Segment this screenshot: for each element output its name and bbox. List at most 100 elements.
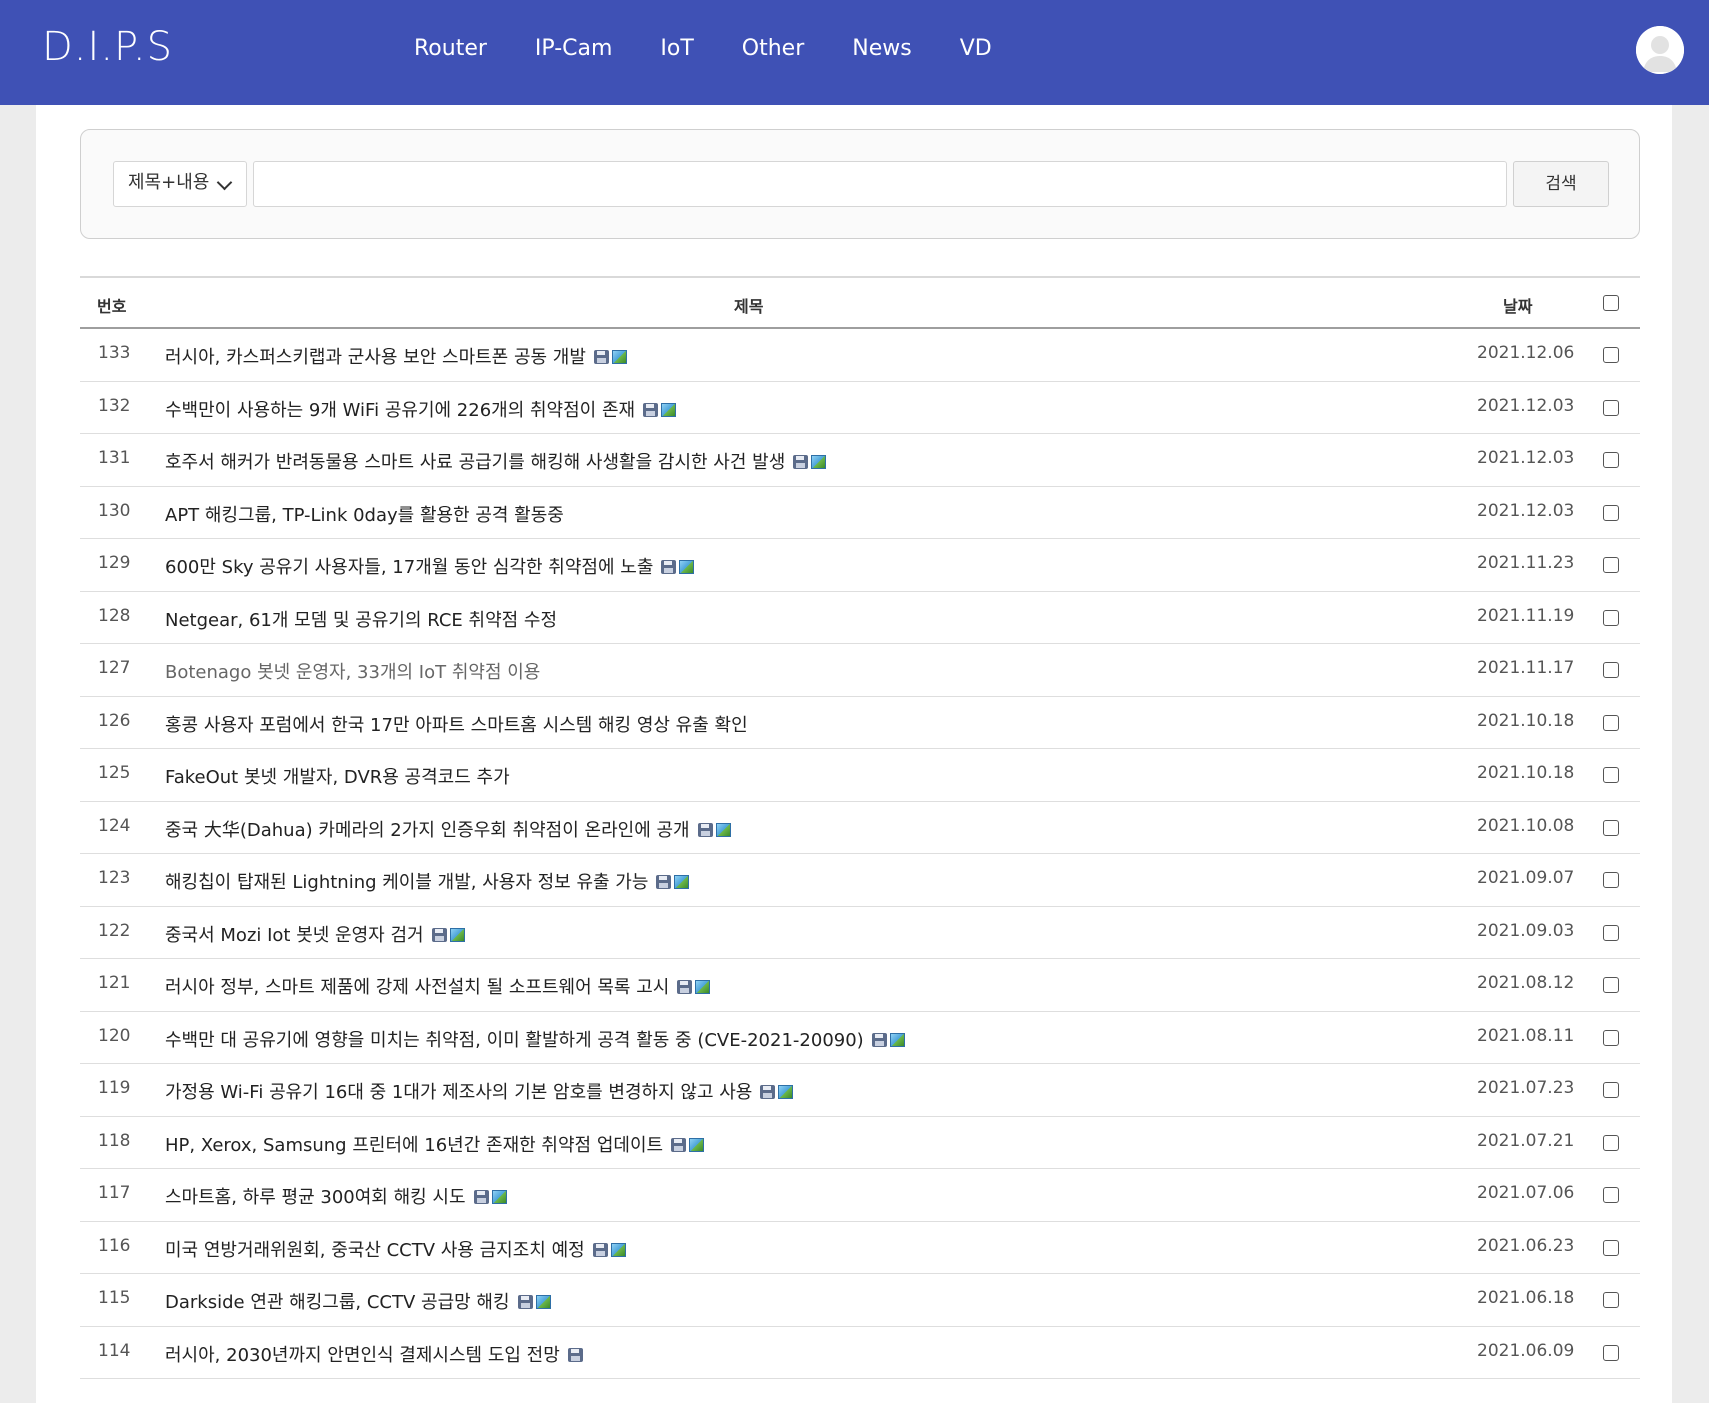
row-checkbox[interactable] <box>1603 609 1619 626</box>
row-checkbox[interactable] <box>1603 1082 1619 1098</box>
row-checkbox[interactable] <box>1603 1187 1619 1203</box>
image-icon <box>695 980 711 994</box>
site-logo[interactable]: D.I.P.S <box>42 24 173 70</box>
table-row[interactable]: 116 미국 연방거래위원회, 중국산 CCTV 사용 금지조치 예정 2021.0… <box>80 1222 1640 1274</box>
row-checkbox[interactable] <box>1603 924 1619 941</box>
post-number: 128 <box>98 605 131 626</box>
post-title-link[interactable]: Netgear, 61개 모뎀 및 공유기의 RCE 취약점 수정 <box>165 606 557 632</box>
row-checkbox[interactable] <box>1603 1292 1619 1308</box>
post-date: 2021.07.06 <box>1477 1183 1575 1203</box>
table-row[interactable]: 123 해킹칩이 탑재된 Lightning 케이블 개발, 사용자 정보 유출 … <box>80 854 1640 907</box>
table-row[interactable]: 122 중국서 Mozi Iot 봇넷 운영자 검거 2021.09.03 <box>80 907 1640 959</box>
row-checkbox[interactable] <box>1603 504 1619 521</box>
disk-icon <box>473 1190 489 1204</box>
post-title-link[interactable]: 600만 Sky 공유기 사용자들, 17개월 동안 심각한 취약점에 노출 <box>165 553 695 579</box>
table-row[interactable]: 117 스마트홈, 하루 평균 300여회 해킹 시도 2021.07.06 <box>80 1169 1640 1222</box>
row-checkbox[interactable] <box>1603 1344 1619 1361</box>
disk-icon <box>677 980 693 994</box>
nav-ip-cam[interactable]: IP-Cam <box>535 36 612 61</box>
table-row[interactable]: 131 호주서 해커가 반려동물용 스마트 사료 공급기를 해킹해 사생활을 감시… <box>80 434 1640 487</box>
row-checkbox[interactable] <box>1603 347 1619 363</box>
post-number: 124 <box>98 815 131 836</box>
post-title-link[interactable]: Darkside 연관 해킹그룹, CCTV 공급망 해킹 <box>165 1288 551 1314</box>
row-checkbox[interactable] <box>1603 1029 1619 1046</box>
disk-icon <box>671 1137 687 1152</box>
post-title-link[interactable]: 미국 연방거래위원회, 중국산 CCTV 사용 금지조치 예정 <box>165 1236 626 1262</box>
post-title-link[interactable]: 해킹칩이 탑재된 Lightning 케이블 개발, 사용자 정보 유출 가능 <box>165 868 690 894</box>
post-title-link[interactable]: 수백만 대 공유기에 영향을 미치는 취약점, 이미 활발하게 공격 활동 중 … <box>165 1026 905 1052</box>
post-table: 번호 제목 날짜 133 러시아, 카스퍼스키랩과 군사용 보안 스마트폰 공동 … <box>80 276 1640 1379</box>
post-title-link[interactable]: Botenago 봇넷 운영자, 33개의 IoT 취약점 이용 <box>165 658 540 684</box>
post-title-link[interactable]: 수백만이 사용하는 9개 WiFi 공유기에 226개의 취약점이 존재 <box>165 396 677 422</box>
post-title-link[interactable]: 홍콩 사용자 포럼에서 한국 17만 아파트 스마트홈 시스템 해킹 영상 유출… <box>165 711 748 737</box>
row-checkbox[interactable] <box>1603 714 1619 731</box>
nav-router[interactable]: Router <box>414 36 487 61</box>
post-title-text: 600만 Sky 공유기 사용자들, 17개월 동안 심각한 취약점에 노출 <box>165 557 654 578</box>
post-title-link[interactable]: 러시아, 카스퍼스키랩과 군사용 보안 스마트폰 공동 개발 <box>165 343 627 369</box>
post-number: 131 <box>98 448 131 468</box>
table-row[interactable]: 127 Botenago 봇넷 운영자, 33개의 IoT 취약점 이용 2021.… <box>80 644 1640 697</box>
row-checkbox[interactable] <box>1603 452 1619 468</box>
post-title-link[interactable]: 러시아 정부, 스마트 제품에 강제 사전설치 될 소프트웨어 목록 고시 <box>165 973 711 999</box>
table-row[interactable]: 115 Darkside 연관 해킹그룹, CCTV 공급망 해킹 2021.06.… <box>80 1274 1640 1327</box>
post-date: 2021.10.18 <box>1477 710 1575 731</box>
post-date: 2021.12.03 <box>1477 395 1575 416</box>
post-number: 116 <box>98 1235 131 1256</box>
table-row[interactable]: 133 러시아, 카스퍼스키랩과 군사용 보안 스마트폰 공동 개발 2021.12… <box>80 329 1640 382</box>
post-title-text: 수백만이 사용하는 9개 WiFi 공유기에 226개의 취약점이 존재 <box>165 399 636 421</box>
table-row[interactable]: 119 가정용 Wi-Fi 공유기 16대 중 1대가 제조사의 기본 암호를 변… <box>80 1064 1640 1117</box>
table-row[interactable]: 130 APT 해킹그룹, TP-Link 0day를 활용한 공격 활동중 202… <box>80 487 1640 539</box>
post-date: 2021.12.06 <box>1477 343 1575 363</box>
nav-other[interactable]: Other <box>742 36 804 61</box>
post-title-link[interactable]: 스마트홈, 하루 평균 300여회 해킹 시도 <box>165 1183 507 1209</box>
post-title-text: Darkside 연관 해킹그룹, CCTV 공급망 해킹 <box>165 1292 510 1313</box>
row-checkbox[interactable] <box>1603 399 1619 416</box>
row-checkbox[interactable] <box>1603 819 1619 836</box>
post-number: 125 <box>98 763 131 783</box>
main-nav: Router IP-Cam IoT Other News VD <box>414 36 1040 61</box>
post-title-link[interactable]: 호주서 해커가 반려동물용 스마트 사료 공급기를 해킹해 사생활을 감시한 사… <box>165 448 827 474</box>
post-title-text: 수백만 대 공유기에 영향을 미치는 취약점, 이미 활발하게 공격 활동 중 … <box>165 1029 864 1051</box>
table-row[interactable]: 120 수백만 대 공유기에 영향을 미치는 취약점, 이미 활발하게 공격 활동… <box>80 1012 1640 1064</box>
row-checkbox[interactable] <box>1603 662 1619 678</box>
search-type-select[interactable]: 제목+내용 <box>113 161 247 207</box>
row-checkbox[interactable] <box>1603 977 1619 993</box>
table-row[interactable]: 128 Netgear, 61개 모뎀 및 공유기의 RCE 취약점 수정 2021… <box>80 592 1640 644</box>
nav-iot[interactable]: IoT <box>660 36 693 61</box>
table-body: 133 러시아, 카스퍼스키랩과 군사용 보안 스마트폰 공동 개발 2021.12… <box>80 329 1640 1379</box>
avatar[interactable] <box>1636 26 1684 74</box>
table-row[interactable]: 118 HP, Xerox, Samsung 프린터에 16년간 존재한 취약점 … <box>80 1117 1640 1169</box>
nav-news[interactable]: News <box>852 36 911 61</box>
search-panel: 제목+내용 검색 <box>80 129 1640 239</box>
search-button[interactable]: 검색 <box>1513 161 1609 207</box>
post-title-text: 러시아, 카스퍼스키랩과 군사용 보안 스마트폰 공동 개발 <box>165 347 586 368</box>
table-row[interactable]: 125 FakeOut 봇넷 개발자, DVR용 공격코드 추가 2021.10.1… <box>80 749 1640 802</box>
post-title-text: 해킹칩이 탑재된 Lightning 케이블 개발, 사용자 정보 유출 가능 <box>165 872 649 893</box>
post-date: 2021.12.03 <box>1477 448 1575 468</box>
post-title-link[interactable]: 중국서 Mozi Iot 봇넷 운영자 검거 <box>165 921 465 947</box>
post-number: 114 <box>98 1340 131 1361</box>
table-row[interactable]: 129 600만 Sky 공유기 사용자들, 17개월 동안 심각한 취약점에 노… <box>80 539 1640 592</box>
select-all-checkbox[interactable] <box>1603 295 1619 311</box>
nav-vd[interactable]: VD <box>960 36 992 61</box>
table-row[interactable]: 114 러시아, 2030년까지 안면인식 결제시스템 도입 전망 2021.06.… <box>80 1327 1640 1379</box>
row-checkbox[interactable] <box>1603 1239 1619 1256</box>
row-checkbox[interactable] <box>1603 557 1619 573</box>
row-checkbox[interactable] <box>1603 872 1619 888</box>
disk-icon <box>793 455 809 469</box>
post-date: 2021.09.03 <box>1477 920 1575 941</box>
post-title-link[interactable]: 중국 大华(Dahua) 카메라의 2가지 인증우회 취약점이 온라인에 공개 <box>165 816 731 842</box>
search-input[interactable] <box>253 161 1507 207</box>
table-row[interactable]: 121 러시아 정부, 스마트 제품에 강제 사전설치 될 소프트웨어 목록 고시… <box>80 959 1640 1012</box>
row-checkbox[interactable] <box>1603 1134 1619 1151</box>
table-row[interactable]: 124 중국 大华(Dahua) 카메라의 2가지 인증우회 취약점이 온라인에 … <box>80 802 1640 854</box>
row-checkbox[interactable] <box>1603 767 1619 783</box>
table-row[interactable]: 132 수백만이 사용하는 9개 WiFi 공유기에 226개의 취약점이 존재 2… <box>80 382 1640 434</box>
post-title-link[interactable]: 가정용 Wi-Fi 공유기 16대 중 1대가 제조사의 기본 암호를 변경하지… <box>165 1078 794 1104</box>
post-title-link[interactable]: APT 해킹그룹, TP-Link 0day를 활용한 공격 활동중 <box>165 501 564 527</box>
table-row[interactable]: 126 홍콩 사용자 포럼에서 한국 17만 아파트 스마트홈 시스템 해킹 영상… <box>80 697 1640 749</box>
post-title-link[interactable]: FakeOut 봇넷 개발자, DVR용 공격코드 추가 <box>165 763 510 789</box>
post-title-link[interactable]: 러시아, 2030년까지 안면인식 결제시스템 도입 전망 <box>165 1341 583 1367</box>
post-title-text: HP, Xerox, Samsung 프린터에 16년간 존재한 취약점 업데이… <box>165 1134 664 1156</box>
post-title-link[interactable]: HP, Xerox, Samsung 프린터에 16년간 존재한 취약점 업데이… <box>165 1131 705 1157</box>
